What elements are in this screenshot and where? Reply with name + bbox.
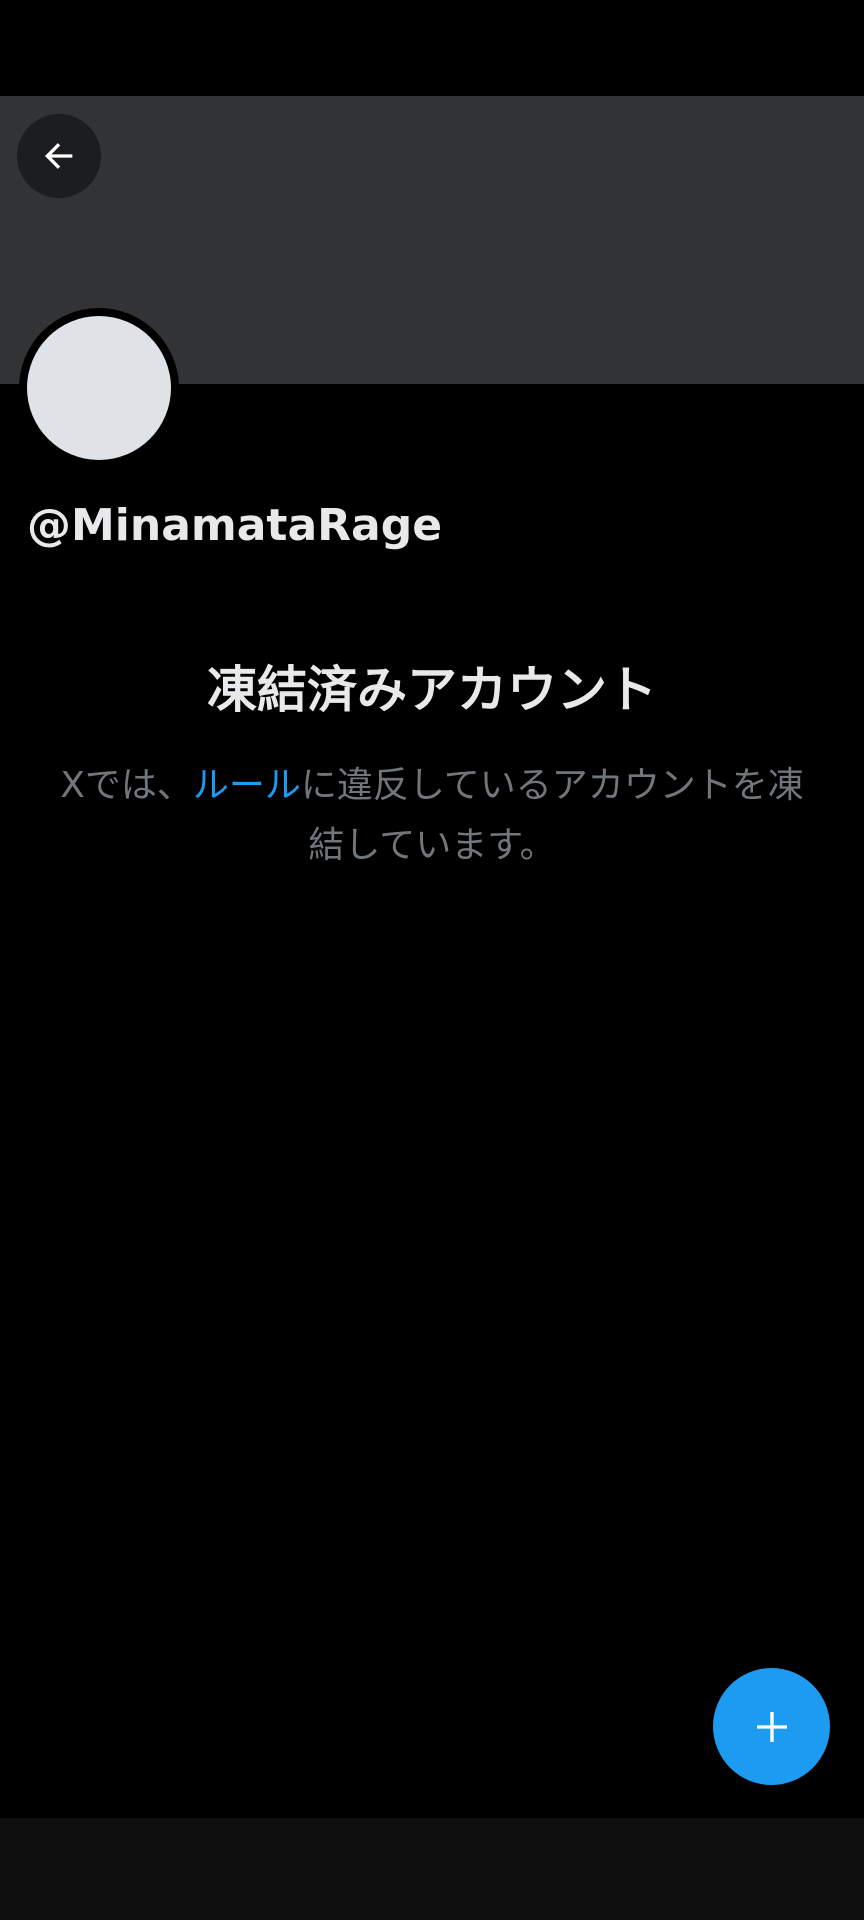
system-navigation-bar — [0, 1818, 864, 1920]
compose-button[interactable] — [713, 1668, 830, 1785]
suspended-message-suffix: に違反しているアカウントを凍結しています。 — [300, 765, 804, 866]
profile-handle: @MinamataRage — [27, 500, 443, 551]
suspended-message-prefix: Xでは、 — [60, 765, 193, 806]
status-bar — [0, 0, 864, 96]
plus-icon — [756, 1711, 787, 1742]
avatar[interactable] — [27, 316, 171, 460]
rules-link[interactable]: ルール — [193, 765, 301, 806]
avatar-frame — [19, 308, 179, 468]
suspended-title: 凍結済みアカウント — [207, 661, 657, 719]
arrow-left-icon — [45, 143, 73, 169]
back-button[interactable] — [17, 114, 101, 198]
suspended-message: Xでは、ルールに違反しているアカウントを凍結しています。 — [60, 756, 804, 876]
